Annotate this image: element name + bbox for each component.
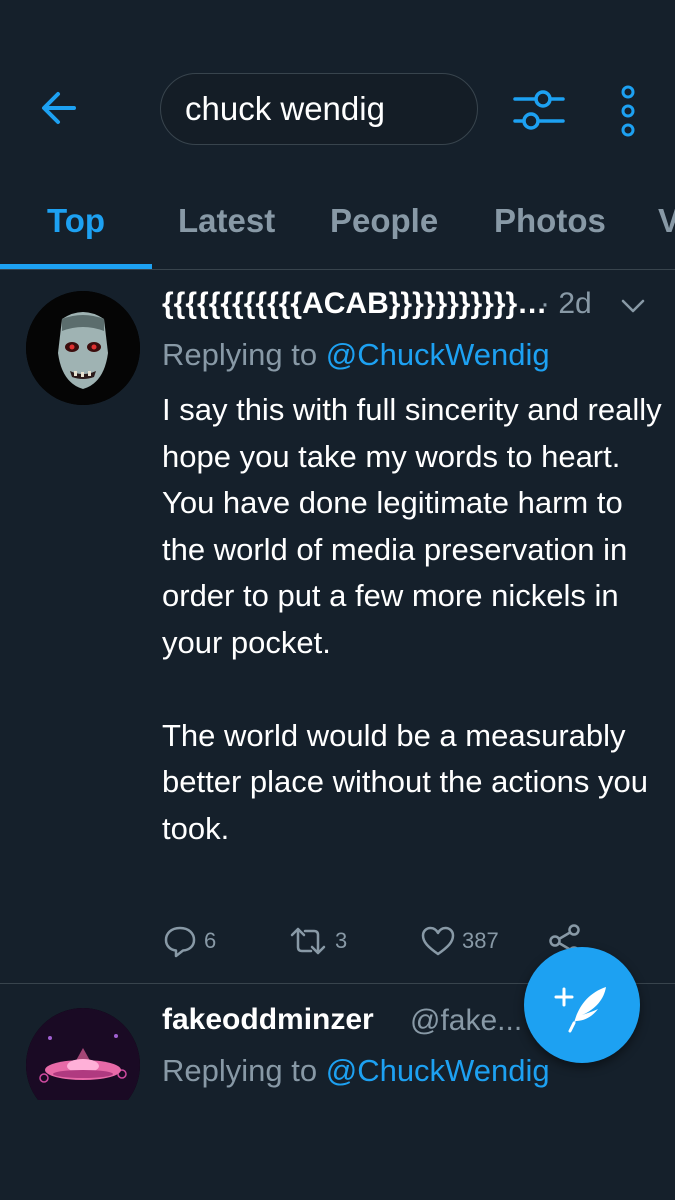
handle: @fake... <box>410 1004 523 1037</box>
compose-tweet-icon <box>554 987 606 1033</box>
replying-to: Replying to @ChuckWendig <box>162 1053 550 1089</box>
screen-bottom <box>0 1100 675 1200</box>
replying-to-label: Replying to <box>162 1053 326 1088</box>
display-name[interactable]: fakeoddminzer <box>162 1003 374 1037</box>
mention-link[interactable]: @ChuckWendig <box>326 1053 550 1088</box>
compose-tweet-button[interactable] <box>524 947 640 1063</box>
tweet[interactable]: fakeoddminzer @fake... Replying to @Chuc… <box>0 0 675 1122</box>
